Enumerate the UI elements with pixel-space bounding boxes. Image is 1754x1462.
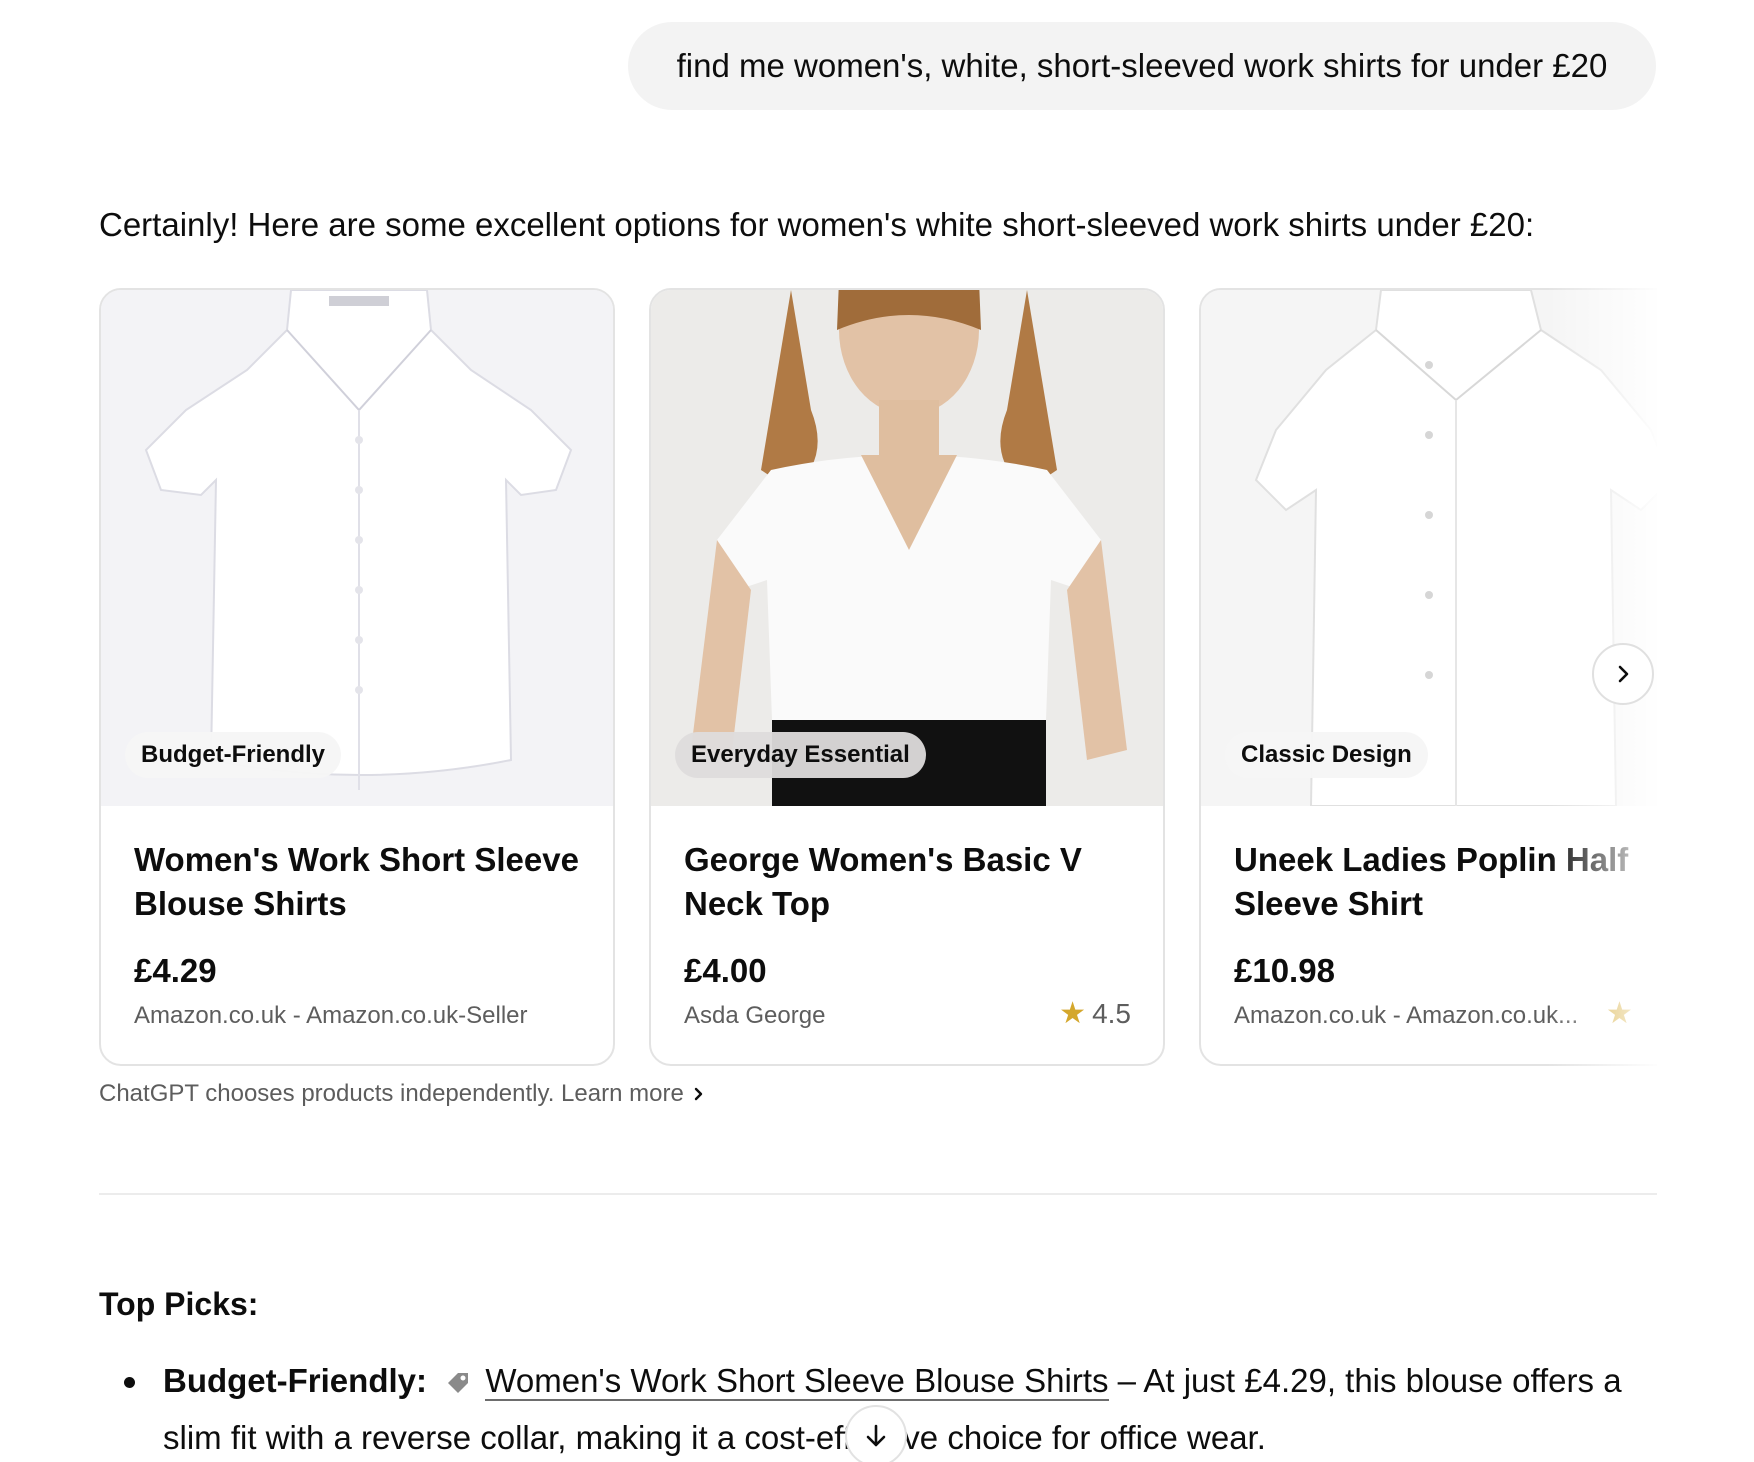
product-image <box>651 290 1163 806</box>
price-tag-icon <box>448 1373 469 1394</box>
product-card[interactable]: Classic Design Uneek Ladies Poplin Half … <box>1199 288 1657 1066</box>
rating-value: 4.5 <box>1092 997 1131 1029</box>
chevron-right-icon <box>1618 665 1629 683</box>
product-title[interactable]: Women's Work Short Sleeve Blouse Shirts <box>134 838 584 926</box>
product-badge: Budget-Friendly <box>125 732 341 778</box>
product-title[interactable]: George Women's Basic V Neck Top <box>684 838 1134 926</box>
carousel-next-button[interactable] <box>1592 643 1654 705</box>
product-title[interactable]: Uneek Ladies Poplin Half Sleeve Shirt <box>1234 838 1657 926</box>
product-rating: ★ 4.5 <box>1059 996 1131 1031</box>
product-carousel: Budget-Friendly Women's Work Short Sleev… <box>99 288 1657 1068</box>
product-badge: Everyday Essential <box>675 732 926 778</box>
product-image <box>101 290 613 806</box>
product-seller: Asda George <box>684 1002 826 1029</box>
top-picks-heading: Top Picks: <box>99 1286 259 1322</box>
scroll-to-bottom-button[interactable] <box>845 1405 907 1462</box>
product-seller: Amazon.co.uk - Amazon.co.uk... <box>1234 1002 1579 1029</box>
pick-product-link[interactable]: Women's Work Short Sleeve Blouse Shirts <box>485 1362 1109 1401</box>
chevron-right-icon <box>694 1087 702 1101</box>
arrow-down-icon <box>866 1424 886 1447</box>
product-seller: Amazon.co.uk - Amazon.co.uk-Seller <box>134 1002 528 1029</box>
user-message-bubble: find me women's, white, short-sleeved wo… <box>628 22 1656 110</box>
product-badge: Classic Design <box>1225 732 1428 778</box>
product-price: £4.29 <box>134 952 217 989</box>
star-icon: ★ <box>1059 997 1087 1030</box>
user-message-text: find me women's, white, short-sleeved wo… <box>676 47 1608 84</box>
star-icon: ★ <box>1606 997 1633 1030</box>
section-divider <box>99 1193 1657 1195</box>
product-card[interactable]: Budget-Friendly Women's Work Short Sleev… <box>99 288 615 1066</box>
product-card[interactable]: Everyday Essential George Women's Basic … <box>649 288 1165 1066</box>
products-disclaimer[interactable]: ChatGPT chooses products independently. … <box>99 1080 706 1108</box>
pick-label: Budget-Friendly: <box>163 1362 427 1399</box>
disclaimer-text: ChatGPT chooses products independently. … <box>99 1080 684 1107</box>
assistant-intro: Certainly! Here are some excellent optio… <box>99 206 1535 243</box>
product-price: £10.98 <box>1234 952 1335 989</box>
product-image <box>1201 290 1657 806</box>
chat-page: find me women's, white, short-sleeved wo… <box>0 0 1754 1462</box>
product-price: £4.00 <box>684 952 767 989</box>
product-rating: ★ <box>1606 996 1633 1031</box>
list-bullet <box>124 1377 135 1388</box>
